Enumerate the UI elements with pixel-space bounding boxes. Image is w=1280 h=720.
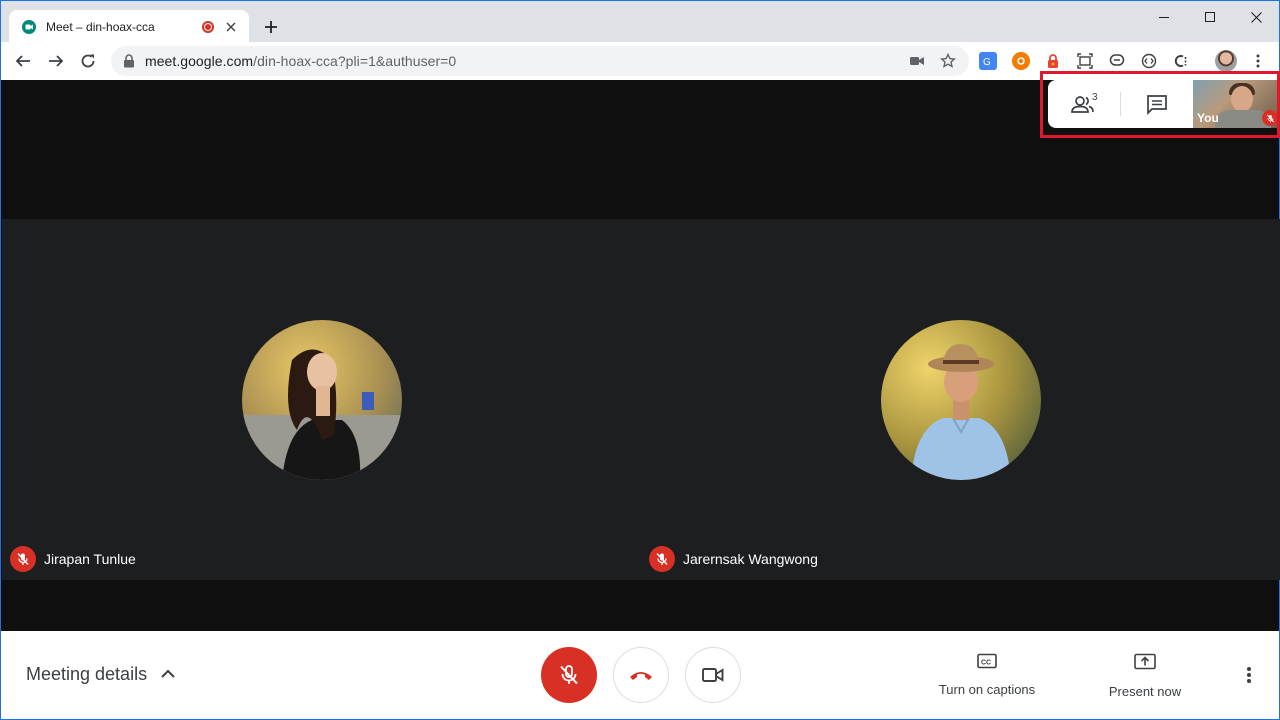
- present-screen-icon: [1134, 653, 1156, 676]
- code-extension-icon[interactable]: [1140, 52, 1158, 70]
- meeting-details-button[interactable]: Meeting details: [26, 664, 175, 685]
- camera-in-use-icon[interactable]: [909, 53, 925, 69]
- microphone-toggle-button[interactable]: [541, 647, 597, 703]
- participant-grid: Jirapan Tunlue Jarernsak Wangwong: [2, 219, 1280, 580]
- back-button[interactable]: [9, 47, 37, 75]
- muted-mic-icon: [10, 546, 36, 572]
- participant-avatar: [881, 320, 1041, 480]
- participant-avatar: [242, 320, 402, 480]
- chevron-up-icon: [161, 666, 175, 684]
- closed-captions-icon: CC: [977, 653, 997, 674]
- participant-name-row: Jirapan Tunlue: [10, 546, 136, 572]
- profile-avatar[interactable]: [1215, 50, 1237, 72]
- annotation-highlight-box: [1040, 71, 1280, 138]
- orange-extension-icon[interactable]: [1012, 52, 1030, 70]
- tab-title: Meet – din-hoax-cca: [46, 20, 155, 34]
- close-window-button[interactable]: [1233, 1, 1279, 33]
- meeting-details-label: Meeting details: [26, 664, 148, 684]
- participant-name: Jirapan Tunlue: [44, 551, 136, 567]
- tab-strip: Meet – din-hoax-cca: [0, 0, 1280, 44]
- tab-close-icon[interactable]: [223, 19, 239, 35]
- participant-tile[interactable]: Jirapan Tunlue: [2, 219, 641, 580]
- new-tab-button[interactable]: [259, 15, 283, 39]
- browser-menu-icon[interactable]: [1249, 52, 1267, 70]
- captions-label: Turn on captions: [938, 682, 1036, 697]
- bookmark-star-icon[interactable]: [940, 53, 956, 69]
- present-label: Present now: [1108, 684, 1182, 699]
- camera-toggle-button[interactable]: [685, 647, 741, 703]
- lock-icon[interactable]: [121, 53, 137, 69]
- c-extension-icon[interactable]: [1172, 52, 1190, 70]
- participant-name: Jarernsak Wangwong: [683, 551, 818, 567]
- svg-text:G: G: [983, 57, 991, 68]
- present-now-button[interactable]: Present now: [1099, 653, 1191, 699]
- recording-indicator-icon: [202, 21, 214, 33]
- url-path: /din-hoax-cca?pli=1&authuser=0: [253, 53, 457, 69]
- url-text[interactable]: meet.google.com/din-hoax-cca?pli=1&authu…: [145, 53, 456, 69]
- url-host: meet.google.com: [145, 53, 254, 69]
- participant-name-row: Jarernsak Wangwong: [649, 546, 818, 572]
- address-bar[interactable]: meet.google.com/din-hoax-cca?pli=1&authu…: [111, 46, 969, 76]
- maximize-button[interactable]: [1187, 1, 1233, 33]
- reload-button[interactable]: [74, 47, 102, 75]
- participant-tile[interactable]: Jarernsak Wangwong: [641, 219, 1280, 580]
- browser-window: Meet – din-hoax-cca meet.google.com/din-…: [0, 0, 1280, 720]
- meeting-controls-bar: Meeting details CC Turn on captions Pres…: [0, 631, 1280, 720]
- muted-mic-icon: [649, 546, 675, 572]
- svg-text:CC: CC: [981, 660, 991, 667]
- meet-favicon-icon: [21, 19, 37, 35]
- minimize-button[interactable]: [1141, 1, 1187, 33]
- meeting-stage: Jirapan Tunlue Jarernsak Wangwong: [0, 80, 1280, 631]
- more-options-icon[interactable]: [1237, 663, 1261, 687]
- browser-tab-meet[interactable]: Meet – din-hoax-cca: [9, 10, 249, 44]
- google-translate-extension-icon[interactable]: G: [979, 52, 997, 70]
- leave-call-button[interactable]: [613, 647, 669, 703]
- screenshot-extension-icon[interactable]: [1076, 52, 1094, 70]
- forward-button[interactable]: [42, 47, 70, 75]
- red-lock-extension-icon[interactable]: [1044, 52, 1062, 70]
- turn-on-captions-button[interactable]: CC Turn on captions: [933, 653, 1041, 697]
- chat-extension-icon[interactable]: [1108, 52, 1126, 70]
